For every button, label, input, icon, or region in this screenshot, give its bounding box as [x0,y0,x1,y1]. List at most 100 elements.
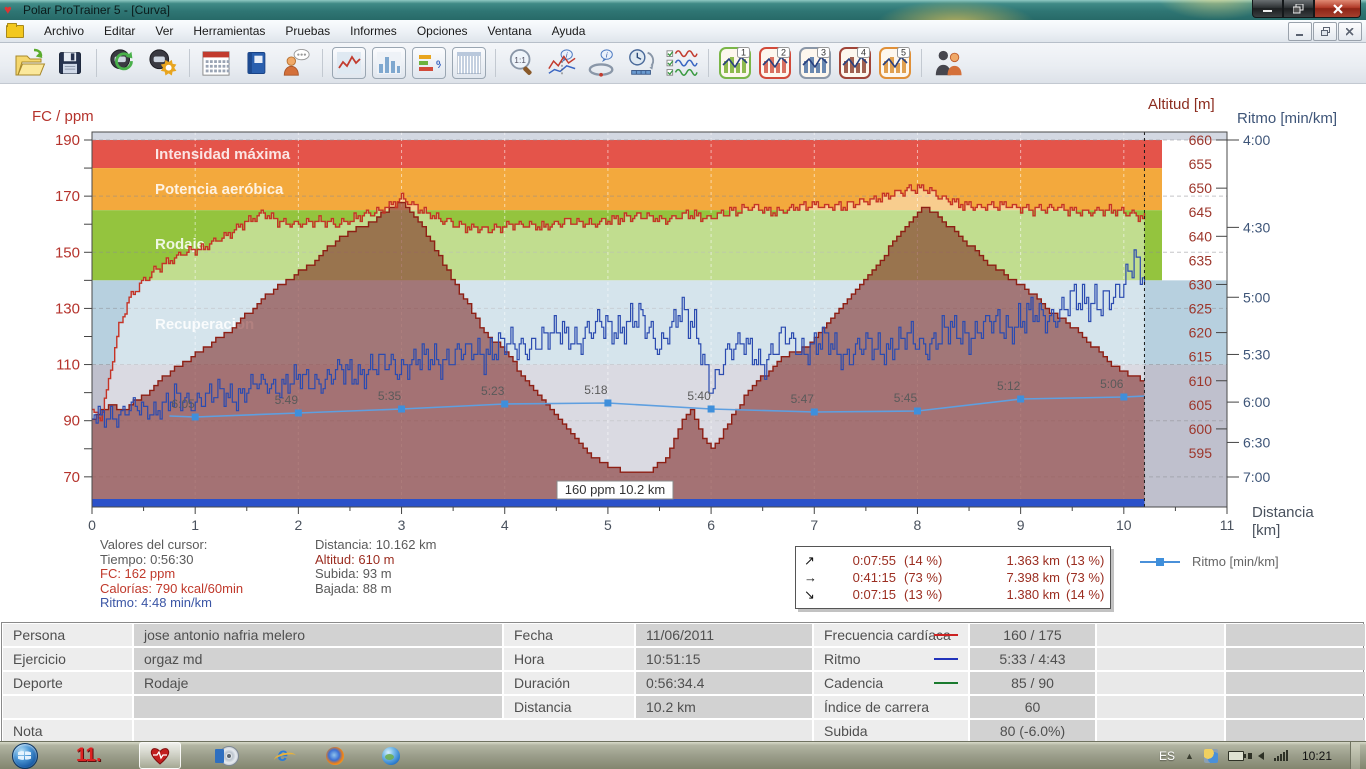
calendar-button[interactable] [197,45,235,81]
svg-text:5:45: 5:45 [894,391,918,405]
taskbar-media-player[interactable] [215,742,240,769]
window-title: Polar ProTrainer 5 - [Curva] [23,3,170,17]
svg-text:640: 640 [1189,228,1213,244]
exercise-summary-table: Persona jose antonio nafria melero Fecha 11… [1,622,1365,743]
menu-item-ver[interactable]: Ver [145,21,183,41]
summary-note-value [134,720,812,741]
taskbar-acdsee-11[interactable]: 11. [76,742,101,769]
open-file-button[interactable] [11,45,49,81]
summary-value: 11/06/2011 [636,624,812,646]
summary-label: Distancia [504,696,634,718]
compare-persons-button[interactable] [929,45,967,81]
summary-value: 60 [970,696,1095,718]
taskbar-google-earth[interactable] [381,742,400,769]
restore-button[interactable] [1283,0,1314,18]
summary-value: 0:56:34.4 [636,672,812,694]
summary-label: Hora [504,648,634,670]
menu-item-pruebas[interactable]: Pruebas [275,21,340,41]
summary-label: Duración [504,672,634,694]
action-center-icon[interactable] [1203,748,1218,763]
network-signal-icon[interactable] [1273,750,1288,761]
monitor-settings-button[interactable] [144,45,182,81]
tray-expand-icon[interactable]: ▲ [1185,751,1194,761]
svg-text:5: 5 [901,48,906,58]
summary-label [3,696,132,718]
table-view-button[interactable] [452,47,486,79]
pace-axis-title: Ritmo [min/km] [1237,110,1338,127]
cursor-values-block: Valores del cursor: Tiempo: 0:56:30 FC: 16… [100,537,243,611]
menu-item-ventana[interactable]: Ventana [478,21,542,41]
curve-view-button[interactable] [332,47,366,79]
svg-text:160 ppm 10.2 km: 160 ppm 10.2 km [565,482,665,497]
language-indicator[interactable]: ES [1159,749,1175,763]
curve-values-button[interactable]: i [543,45,581,81]
svg-text:170: 170 [55,188,80,205]
save-button[interactable] [51,45,89,81]
title-bar: ♥ Polar ProTrainer 5 - [Curva] [0,0,1366,20]
altitude-axis-title: Altitud [m] [1148,96,1215,113]
taskbar-internet-explorer[interactable]: e [277,742,288,769]
mdi-minimize-button[interactable] [1288,22,1312,41]
mdi-close-button[interactable] [1338,22,1362,41]
curva-document-icon[interactable] [6,22,24,38]
menu-item-opciones[interactable]: Opciones [407,21,478,41]
summary-value: 160 / 175 [970,624,1095,646]
summary-label: Ejercicio [3,648,132,670]
show-desktop-button[interactable] [1350,742,1360,769]
svg-text:3: 3 [398,517,406,533]
toolbar-separator [708,49,709,77]
svg-text:2: 2 [781,48,786,58]
menu-item-ayuda[interactable]: Ayuda [542,21,596,41]
pace-legend-label: Ritmo [min/km] [1192,554,1279,569]
summary-value: 80 (-6.0%) [970,720,1095,741]
svg-text:7:00: 7:00 [1243,469,1270,485]
toolbar-separator [921,49,922,77]
distribution-view-button[interactable] [372,47,406,79]
zoom-1-1-button[interactable]: 1:1 [503,45,541,81]
svg-text:8: 8 [914,517,922,533]
taskbar-firefox[interactable] [325,742,344,769]
saved-chart-3-button[interactable]: 3 [796,45,834,81]
summary-value: 5:33 / 4:43 [970,648,1095,670]
svg-text:130: 130 [55,300,80,317]
menu-item-archivo[interactable]: Archivo [34,21,94,41]
taskbar-clock[interactable]: 10:21 [1302,749,1332,763]
select-curves-button[interactable] [663,45,701,81]
cursor-value-line: Valores del cursor: [100,537,208,552]
summary-empty [1226,648,1365,670]
summary-value: jose antonio nafria melero [134,624,502,646]
minimize-button[interactable] [1252,0,1283,18]
saved-chart-2-button[interactable]: 2 [756,45,794,81]
svg-text:1: 1 [741,48,746,58]
saved-chart-5-button[interactable]: 5 [876,45,914,81]
svg-text:605: 605 [1189,397,1213,413]
transfer-from-monitor-button[interactable] [104,45,142,81]
close-button[interactable] [1314,0,1361,18]
series-color-dash [934,634,958,636]
saved-chart-4-button[interactable]: 4 [836,45,874,81]
time-compare-button[interactable] [623,45,661,81]
svg-text:1: 1 [191,517,199,533]
svg-text:600: 600 [1189,421,1213,437]
menu-item-informes[interactable]: Informes [340,21,407,41]
start-button[interactable] [12,742,38,769]
saved-chart-1-button[interactable]: 1 [716,45,754,81]
battery-icon[interactable] [1227,750,1246,761]
person-info-button[interactable] [277,45,315,81]
cursor-value-line: Bajada: 88 m [315,580,392,596]
speaker-icon[interactable] [1247,751,1264,760]
menu-item-editar[interactable]: Editar [94,21,145,41]
taskbar-polar-protrainer-active[interactable] [139,742,182,769]
lap-info-button[interactable]: i [583,45,621,81]
training-diary-button[interactable] [237,45,275,81]
mdi-restore-button[interactable] [1313,22,1337,41]
svg-text:110: 110 [56,357,80,374]
percent-view-button[interactable]: % [412,47,446,79]
summary-empty [1226,624,1365,646]
exercise-curve-plot[interactable]: Intensidad máximaPotencia aeróbicaRodaje… [0,84,1366,544]
summary-label: Persona [3,624,132,646]
system-tray: ES ▲ 10:21 [1159,742,1366,769]
menu-item-herramientas[interactable]: Herramientas [183,21,275,41]
svg-text:620: 620 [1189,325,1213,341]
cursor-value-line: Altitud: 610 m [315,551,395,567]
